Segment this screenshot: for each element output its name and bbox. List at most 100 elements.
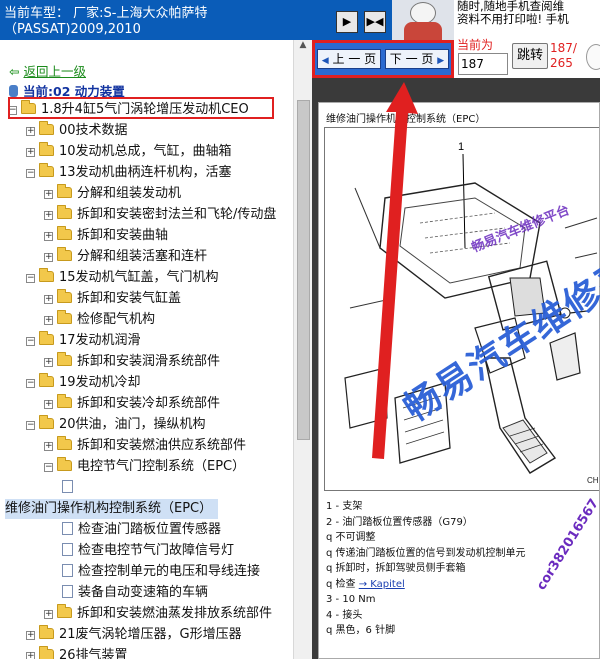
next-page-button[interactable]: 下 一 页 ▶: [385, 49, 449, 69]
promo-notice: 随时,随地手机查阅维 资料不用打印啦! 手机: [454, 0, 600, 40]
collapse-icon[interactable]: −: [26, 337, 35, 346]
folder-icon: [57, 394, 72, 408]
tree-node-label: 拆卸和安装润滑系统部件: [77, 354, 221, 369]
legend-text: q 检查: [326, 578, 359, 590]
tree-node[interactable]: 检查油门踏板位置传感器: [62, 520, 221, 540]
tree-node[interactable]: + 拆卸和安装气缸盖: [44, 289, 181, 309]
legend-text: 4 - 接头: [326, 609, 363, 621]
page-nav-highlight: ◀ 上 一 页 下 一 页 ▶: [312, 40, 454, 78]
chapter-link[interactable]: → Kapitel: [359, 579, 405, 590]
tree-node[interactable]: + 拆卸和安装燃油蒸发排放系统部件: [44, 604, 272, 624]
folder-icon: [57, 184, 72, 198]
tree-node-label: 检修配气机构: [77, 312, 156, 327]
folder-icon: [57, 289, 72, 303]
tree-node[interactable]: [62, 478, 78, 498]
collapse-icon[interactable]: −: [44, 463, 53, 472]
tree-node-label: 10发动机总成，气缸，曲轴箱: [59, 144, 232, 159]
legend-item: 3 - 10 Nm: [326, 592, 596, 608]
tree-node[interactable]: +00技术数据: [26, 121, 128, 141]
expand-icon[interactable]: +: [44, 442, 53, 451]
expand-icon[interactable]: +: [26, 148, 35, 157]
expand-icon[interactable]: +: [44, 232, 53, 241]
tree-node[interactable]: +10发动机总成，气缸，曲轴箱: [26, 142, 232, 162]
folder-icon: [39, 646, 54, 659]
expand-icon[interactable]: +: [44, 400, 53, 409]
expand-icon[interactable]: +: [26, 652, 35, 659]
legend-text: 3 - 10 Nm: [326, 594, 376, 605]
tree-node[interactable]: − 电控节气门控制系统（EPC）: [44, 457, 245, 477]
tree-node[interactable]: − 13发动机曲柄连杆机构，活塞: [26, 163, 232, 183]
expand-icon[interactable]: +: [44, 253, 53, 262]
tree-node[interactable]: − 17发动机润滑: [26, 331, 141, 351]
prev-page-button[interactable]: ◀ 上 一 页: [317, 49, 381, 69]
page-number-input[interactable]: [458, 53, 508, 75]
tree-node-selected[interactable]: 维修油门操作机构控制系统（EPC）: [5, 499, 219, 519]
tree-node[interactable]: + 拆卸和安装密封法兰和飞轮/传动盘: [44, 205, 276, 225]
tree-node-label: 分解和组装发动机: [77, 186, 182, 201]
window-forward-icon[interactable]: ▶: [336, 11, 358, 33]
expand-icon[interactable]: +: [44, 295, 53, 304]
tree-node[interactable]: + 检修配气机构: [44, 310, 155, 330]
mascot-body-icon: [404, 22, 442, 40]
tree-node[interactable]: − 15发动机气缸盖，气门机构: [26, 268, 219, 288]
expand-icon[interactable]: +: [44, 316, 53, 325]
legend-text: 1 - 支架: [326, 501, 363, 512]
tree-node-label: 13发动机曲柄连杆机构，活塞: [59, 165, 232, 180]
tree-node[interactable]: − 20供油，油门，操纵机构: [26, 415, 206, 435]
expand-icon[interactable]: +: [26, 631, 35, 640]
tree-node-label: 检查油门踏板位置传感器: [78, 522, 222, 537]
expand-icon[interactable]: +: [44, 190, 53, 199]
tree-node-label: 20供油，油门，操纵机构: [59, 417, 206, 432]
tree-node-label: 检查控制单元的电压和导线连接: [78, 564, 261, 579]
doc-title: 维修油门操作机构控制系统（EPC）: [326, 114, 486, 125]
scroll-up-icon[interactable]: ▲: [296, 40, 310, 54]
page-count-current: 187/: [550, 41, 577, 55]
legend-text: 2 - 油门踏板位置传感器（G79）: [326, 516, 473, 528]
collapse-icon[interactable]: −: [26, 274, 35, 283]
tree-scrollbar[interactable]: ▲: [293, 40, 312, 659]
tree-node[interactable]: 检查电控节气门故障信号灯: [62, 541, 234, 561]
tree-node[interactable]: + 拆卸和安装燃油供应系统部件: [44, 436, 246, 456]
tree-node-label: 拆卸和安装密封法兰和飞轮/传动盘: [77, 207, 277, 222]
tree-node-label: 装备自动变速箱的车辆: [78, 585, 209, 600]
annotation-highlight-box: [8, 97, 274, 119]
tree-node-label: 拆卸和安装冷却系统部件: [77, 396, 221, 411]
scrollbar-thumb[interactable]: [297, 100, 310, 440]
back-link-label: 返回上一级: [23, 64, 86, 79]
jump-button[interactable]: 跳转: [512, 43, 548, 69]
tree-node[interactable]: +26排气装置: [26, 646, 128, 659]
tree-node[interactable]: + 拆卸和安装润滑系统部件: [44, 352, 220, 372]
folder-icon: [57, 352, 72, 366]
expand-icon[interactable]: +: [44, 610, 53, 619]
legend-text: q 拆卸时，拆卸驾驶员侧手套箱: [326, 563, 466, 574]
folder-icon: [57, 226, 72, 240]
folder-icon: [39, 373, 54, 387]
tree-node[interactable]: + 拆卸和安装曲轴: [44, 226, 168, 246]
tree-node-label: 拆卸和安装曲轴: [77, 228, 169, 243]
collapse-icon[interactable]: −: [26, 379, 35, 388]
tree-node[interactable]: − 19发动机冷却: [26, 373, 141, 393]
collapse-icon[interactable]: −: [26, 421, 35, 430]
back-link[interactable]: ⇦ 返回上一级: [9, 61, 86, 80]
mascot-head-icon: [410, 2, 436, 24]
expand-icon[interactable]: +: [44, 358, 53, 367]
tree-node[interactable]: +21废气涡轮增压器，G形增压器: [26, 625, 242, 645]
zoom-control-icon[interactable]: [586, 44, 600, 70]
tree-node[interactable]: + 分解和组装活塞和连杆: [44, 247, 207, 267]
expand-icon[interactable]: +: [26, 127, 35, 136]
folder-icon: [57, 604, 72, 618]
document-icon: [62, 564, 73, 577]
legend-text: q 传递油门踏板位置的信号到发动机控制单元: [326, 547, 526, 559]
tree-node[interactable]: + 拆卸和安装冷却系统部件: [44, 394, 220, 414]
collapse-icon[interactable]: −: [26, 169, 35, 178]
notice-line: 资料不用打印啦! 手机: [457, 12, 569, 26]
tree-node-label: 分解和组装活塞和连杆: [77, 249, 208, 264]
tree-node[interactable]: 检查控制单元的电压和导线连接: [62, 562, 260, 582]
left-arrow-icon: ◀: [321, 56, 329, 66]
folder-icon: [39, 625, 54, 639]
window-split-icon[interactable]: ▶◀: [364, 11, 386, 33]
tree-node[interactable]: 装备自动变速箱的车辆: [62, 583, 208, 603]
folder-icon: [39, 268, 54, 282]
expand-icon[interactable]: +: [44, 211, 53, 220]
tree-node[interactable]: + 分解和组装发动机: [44, 184, 181, 204]
